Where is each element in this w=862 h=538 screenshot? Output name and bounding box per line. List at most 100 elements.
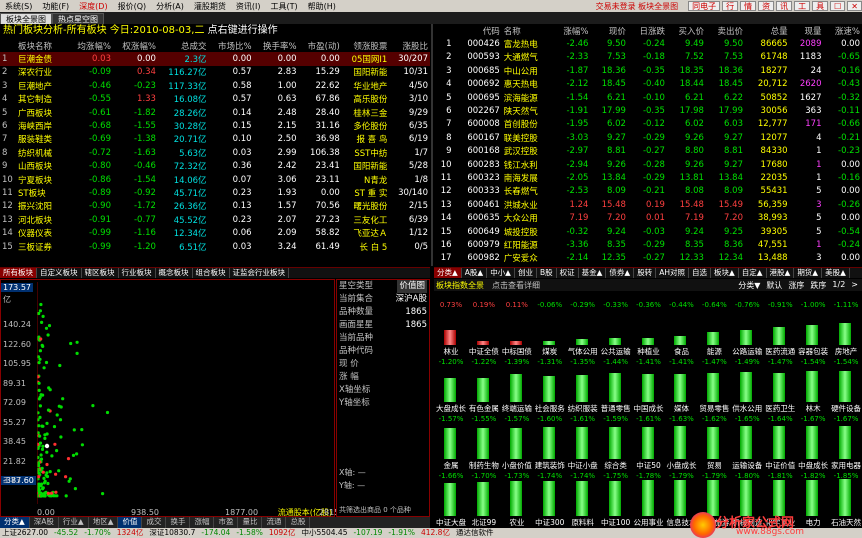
sector-bar[interactable]: -1.62% 贸易 xyxy=(698,415,730,471)
star-point[interactable] xyxy=(41,444,45,448)
star-point[interactable] xyxy=(38,404,42,408)
table-row[interactable]: 4 其它制造 -0.55 1.33 16.08亿 0.57 0.63 67.86 高乐股份 3/1… xyxy=(0,93,430,106)
star-point[interactable] xyxy=(37,361,41,365)
menubar-right-button[interactable]: 资 xyxy=(758,1,775,11)
menu-item[interactable]: 工具(T) xyxy=(265,1,302,12)
bottom-tab[interactable]: 流通 xyxy=(262,517,287,528)
star-point[interactable] xyxy=(105,410,110,415)
sector-bar[interactable]: -1.64% 中证价值 xyxy=(764,415,796,471)
column-header[interactable]: 板块名称 xyxy=(16,39,68,52)
star-point[interactable] xyxy=(39,337,43,341)
table-row[interactable]: 3 巨潮地产 -0.46 -0.23 117.33亿 0.58 1.00 22.62 华业地产 4… xyxy=(0,79,430,92)
table-row[interactable]: 7 服装鞋类 -0.69 -1.38 20.71亿 0.10 2.50 36.98 报 喜 鸟 6… xyxy=(0,133,430,146)
sector-index-subtitle[interactable]: 点击查看详细 xyxy=(484,280,540,291)
sector-bar[interactable]: -0.36% 种植业 xyxy=(633,301,665,357)
sector-bar[interactable]: -1.66% 中证大盘 xyxy=(435,472,467,528)
market-tab[interactable]: 基金▲ xyxy=(579,268,607,278)
sector-bar[interactable]: -0.76% 公路运输 xyxy=(731,301,763,357)
sector-bar[interactable]: -0.29% 气体公用 xyxy=(567,301,599,357)
table-row[interactable]: 10 600283 钱江水利 -2.94 9.26 -0.28 9.26 9.27 17680 1… xyxy=(434,158,862,171)
bottom-tab[interactable]: 深A股 xyxy=(30,517,59,528)
menubar-right-button[interactable]: 讯 xyxy=(776,1,793,11)
bottom-tab[interactable]: 换手 xyxy=(166,517,191,528)
table-row[interactable]: 11 ST板块 -0.89 -0.92 45.71亿 0.23 1.93 0.00 ST 重 实… xyxy=(0,186,430,199)
star-point[interactable] xyxy=(40,343,44,347)
column-header[interactable]: 换手率% xyxy=(254,39,299,52)
table-row[interactable]: 6 海峡西岸 -0.68 -1.55 30.28亿 0.15 2.15 31.16 多伦股份 6/… xyxy=(0,119,430,132)
star-point[interactable] xyxy=(37,424,41,428)
sector-bar[interactable]: -1.57% 金属 xyxy=(435,415,467,471)
star-point[interactable] xyxy=(75,340,79,344)
sector-bar[interactable]: -1.70% 北证99 xyxy=(468,472,500,528)
table-row[interactable]: 13 600461 洪城水业 1.24 15.48 0.19 15.48 15.49 56,35… xyxy=(434,198,862,211)
star-point[interactable] xyxy=(39,494,43,498)
table-row[interactable]: 14 仪器仪表 -0.99 -1.16 12.34亿 0.06 2.09 58.82 飞亚达Ａ 1… xyxy=(0,226,430,239)
column-header[interactable]: 现价 xyxy=(590,24,627,37)
bottom-tab[interactable]: 分类▲ xyxy=(0,517,30,528)
star-point[interactable] xyxy=(55,449,59,453)
menubar-right-button[interactable]: 情 xyxy=(740,1,757,11)
sector-bar[interactable]: -1.47% 医药卫生 xyxy=(764,358,796,414)
sector-bar[interactable]: -1.63% 小盘成长 xyxy=(665,415,697,471)
star-point[interactable] xyxy=(42,481,46,485)
star-point[interactable] xyxy=(47,324,52,328)
star-point[interactable] xyxy=(41,470,45,474)
star-point[interactable] xyxy=(59,435,63,439)
star-point[interactable] xyxy=(48,388,52,392)
market-tab[interactable]: A股▲ xyxy=(462,268,488,278)
star-point[interactable] xyxy=(69,341,73,346)
star-point[interactable] xyxy=(46,408,51,412)
star-point[interactable] xyxy=(57,469,61,473)
market-tab[interactable]: 股转 xyxy=(634,268,657,278)
star-point[interactable] xyxy=(40,424,44,428)
star-point[interactable] xyxy=(39,393,43,397)
star-point[interactable] xyxy=(39,302,43,307)
selected-point[interactable] xyxy=(44,443,50,449)
sector-bar[interactable]: -1.60% 建筑装饰 xyxy=(534,415,566,471)
sector-bar[interactable]: -1.00% 容器包装 xyxy=(797,301,829,357)
star-point[interactable] xyxy=(59,405,63,409)
column-header[interactable]: 权涨幅% xyxy=(113,39,158,52)
bottom-tab[interactable]: 涨幅 xyxy=(190,517,215,528)
star-point[interactable] xyxy=(40,447,45,451)
column-header[interactable]: 总成交 xyxy=(158,39,209,52)
sector-bar[interactable]: -1.74% 中证300 xyxy=(534,472,566,528)
star-point[interactable] xyxy=(40,466,44,470)
table-row[interactable]: 17 600982 广安爱众 -2.14 12.35 -0.27 12.33 12.34 13,… xyxy=(434,252,862,265)
star-point[interactable] xyxy=(73,487,77,491)
menubar-right-button[interactable]: 工 xyxy=(794,1,811,11)
column-header[interactable] xyxy=(0,39,16,52)
star-point[interactable] xyxy=(38,309,42,313)
sector-bar[interactable]: -0.64% 能源 xyxy=(698,301,730,357)
sector-bar[interactable]: -1.35% 纺织服装 xyxy=(567,358,599,414)
market-tab[interactable]: 中小▲ xyxy=(487,268,515,278)
star-point[interactable] xyxy=(39,457,44,461)
sector-bar[interactable]: -1.55% 制药生物 xyxy=(468,415,500,471)
market-tab[interactable]: 美股▲ xyxy=(822,268,850,278)
star-point[interactable] xyxy=(46,333,50,337)
category-tab[interactable]: 辖区板块 xyxy=(82,268,119,278)
star-point[interactable] xyxy=(54,472,58,476)
sector-bar[interactable]: -1.11% 房地产 xyxy=(830,301,862,357)
sector-bar[interactable]: -1.61% 中证50 xyxy=(633,415,665,471)
star-point[interactable] xyxy=(37,475,41,479)
market-tab[interactable]: 港股▲ xyxy=(767,268,795,278)
star-point[interactable] xyxy=(38,349,42,353)
star-point[interactable] xyxy=(42,476,46,480)
menu-item[interactable]: 报价(Q) xyxy=(113,1,152,12)
sort-link[interactable]: 1/2 xyxy=(832,280,845,291)
column-header[interactable]: 买入价 xyxy=(667,24,706,37)
market-tab[interactable]: 自选 xyxy=(689,268,711,278)
star-point[interactable] xyxy=(75,351,79,355)
bottom-tab[interactable]: 成交 xyxy=(142,517,167,528)
market-tab[interactable]: 期货▲ xyxy=(794,268,823,278)
sector-bar[interactable]: -1.31% 社会服务 xyxy=(534,358,566,414)
menu-item[interactable]: 资讯(I) xyxy=(231,1,266,12)
sector-bar[interactable]: -1.73% 农业 xyxy=(501,472,533,528)
star-point[interactable] xyxy=(44,326,49,330)
star-point[interactable] xyxy=(61,397,65,401)
sector-bar[interactable]: -1.44% 普通零售 xyxy=(600,358,632,414)
menu-item[interactable]: 深度(D) xyxy=(74,1,112,12)
star-point[interactable] xyxy=(64,475,68,479)
star-point[interactable] xyxy=(40,320,44,324)
